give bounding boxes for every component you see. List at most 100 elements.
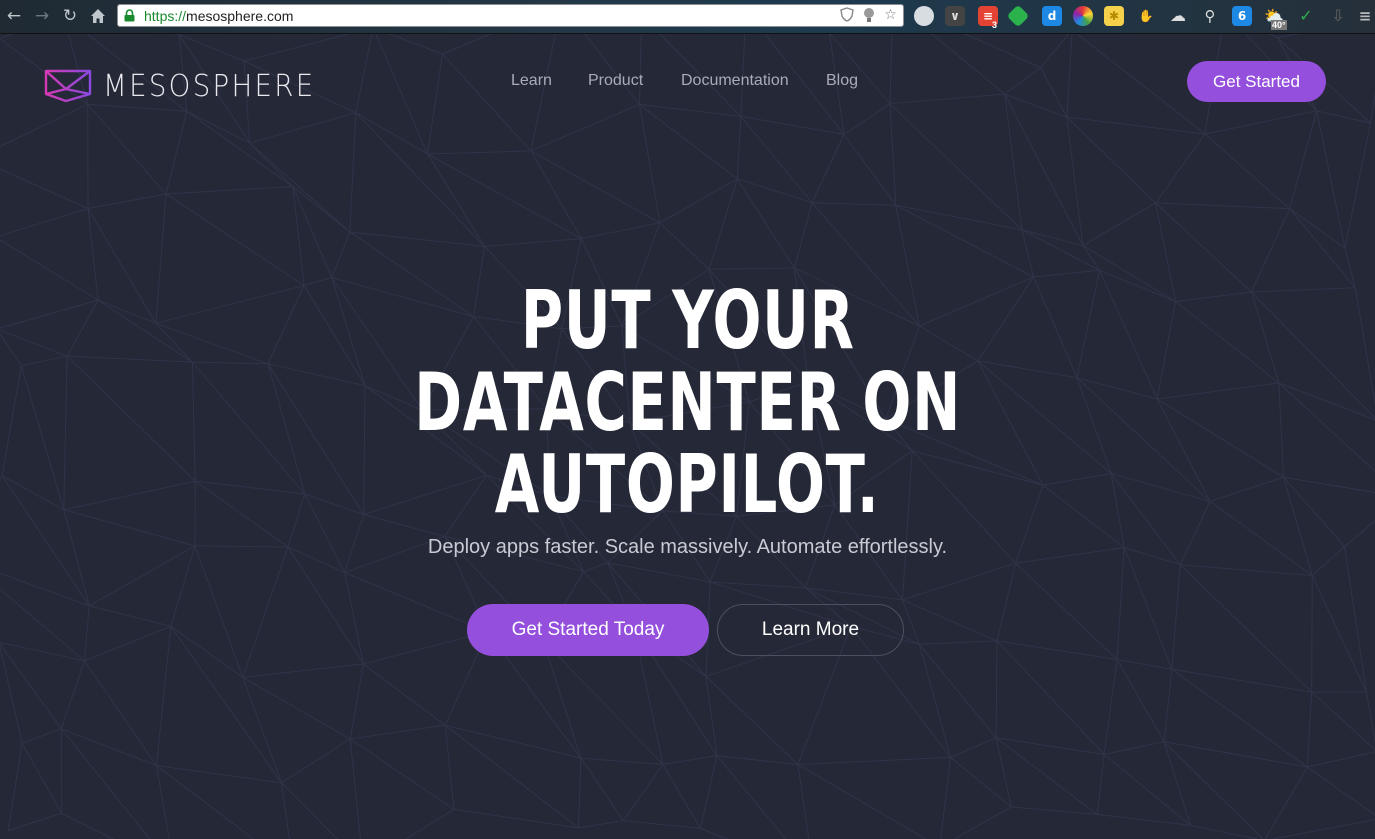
mesh-line	[659, 222, 710, 270]
lightbulb-icon[interactable]	[860, 7, 877, 24]
mesh-line	[1021, 229, 1034, 278]
mesh-line	[1311, 575, 1367, 693]
mesh-line	[427, 54, 444, 155]
cloud-icon[interactable]: ☁	[1168, 6, 1188, 26]
mesh-line	[344, 572, 488, 633]
url-scheme: https://	[144, 8, 187, 24]
mesh-line	[249, 112, 356, 144]
mesh-line	[427, 150, 531, 155]
mesh-line	[349, 738, 361, 839]
mesh-line	[996, 640, 1118, 661]
mesh-line	[1179, 564, 1313, 693]
mesh-line	[1066, 117, 1084, 246]
mesh-line	[716, 755, 799, 766]
mesh-line	[1123, 547, 1173, 670]
header-get-started-button[interactable]: Get Started	[1187, 61, 1326, 102]
mesh-line	[453, 808, 579, 829]
magnifier-icon[interactable]: ⚲	[1200, 6, 1220, 26]
mesh-line	[61, 812, 115, 839]
nav-blog[interactable]: Blog	[826, 72, 858, 90]
lock-icon	[124, 9, 135, 22]
mesh-line	[843, 103, 891, 135]
menu-icon[interactable]: ≡	[1358, 6, 1372, 26]
mesh-line	[89, 605, 172, 627]
mesh-line	[1004, 93, 1068, 118]
mesh-line	[700, 827, 729, 839]
mesh-line	[1316, 110, 1371, 124]
address-bar[interactable]: https://mesosphere.com ☆	[117, 4, 904, 27]
hand-icon[interactable]: ✋	[1136, 6, 1156, 26]
mesh-line	[709, 267, 795, 270]
home-icon[interactable]	[88, 6, 108, 26]
mesh-line	[0, 641, 85, 662]
mesh-line	[530, 150, 582, 239]
evernote-icon[interactable]: ✓	[1296, 6, 1316, 26]
mesh-line	[542, 640, 582, 759]
mesh-line	[812, 202, 896, 206]
mesh-line	[1163, 669, 1173, 742]
mesh-line	[349, 231, 485, 247]
mesh-line	[249, 142, 294, 187]
mesh-line	[60, 660, 85, 730]
mesh-line	[940, 757, 952, 839]
hero-subtitle: Deploy apps faster. Scale massively. Aut…	[427, 536, 948, 558]
feedly-icon[interactable]	[1006, 4, 1030, 28]
mesh-line	[0, 588, 85, 662]
todoist-badge: 3	[992, 20, 998, 30]
pocket-icon[interactable]: ∨	[945, 6, 965, 26]
mesh-line	[793, 202, 813, 269]
back-arrow-icon[interactable]: ←	[4, 6, 24, 26]
mesh-line	[7, 812, 62, 832]
forward-arrow-icon[interactable]: →	[32, 6, 52, 26]
learn-more-button[interactable]: Learn More	[717, 604, 904, 656]
mesh-line	[155, 626, 172, 766]
d-extension-icon[interactable]: d	[1042, 6, 1062, 26]
mesh-line	[736, 178, 795, 269]
mesh-line	[292, 186, 333, 278]
nav-documentation[interactable]: Documentation	[681, 72, 789, 90]
mesh-line	[581, 222, 660, 240]
url-text[interactable]: https://mesosphere.com	[144, 8, 293, 24]
nav-learn[interactable]: Learn	[511, 72, 552, 90]
nav-product[interactable]: Product	[588, 72, 643, 90]
get-started-today-button[interactable]: Get Started Today	[467, 604, 709, 656]
mesh-line	[1306, 766, 1375, 816]
mesh-line	[242, 546, 289, 678]
mesh-line	[1316, 110, 1346, 249]
weather-temp: 40°	[1271, 20, 1287, 30]
mesh-line	[662, 764, 701, 829]
mesh-line	[249, 142, 351, 233]
mesh-line	[331, 231, 351, 278]
hero-title-line-1: PUT YOUR	[0, 280, 1375, 362]
mesh-line	[895, 204, 1034, 278]
mesh-line	[530, 150, 661, 224]
mesh-line	[996, 737, 1105, 755]
color-wheel-icon[interactable]	[1073, 6, 1093, 26]
bookmark-star-icon[interactable]: ☆	[882, 7, 899, 24]
mesh-line	[87, 193, 167, 210]
mesh-line	[1116, 547, 1125, 660]
shield-icon[interactable]	[838, 7, 855, 24]
download-icon[interactable]: ⇩	[1328, 6, 1348, 26]
mesh-line	[1277, 34, 1301, 39]
mesh-line	[1004, 94, 1023, 230]
browser-toolbar: ← → ↻ https://mesosphere.com ☆ ∨ ≡ 3 d ✱…	[0, 0, 1375, 34]
mesh-line	[740, 115, 845, 135]
mesh-line	[996, 640, 1105, 755]
mesh-line	[484, 238, 582, 247]
mesh-line	[1103, 659, 1118, 755]
mesh-line	[281, 782, 338, 839]
mesh-line	[1270, 819, 1375, 839]
mesh-line	[919, 640, 997, 645]
mesh-line	[1264, 766, 1308, 839]
reload-icon[interactable]: ↻	[60, 6, 80, 26]
mesh-line	[1015, 562, 1118, 660]
sticky-note-icon[interactable]: ✱	[1104, 6, 1124, 26]
mesh-line	[1171, 668, 1308, 768]
mesh-line	[607, 562, 711, 583]
blue-extension-icon[interactable]: 6	[1232, 6, 1252, 26]
globe-extension-icon[interactable]	[914, 6, 934, 26]
page: MESOSPHERE Learn Product Documentation B…	[0, 34, 1375, 839]
mesh-line	[1021, 229, 1100, 271]
hero-title-text-2: DATACENTER ON	[414, 356, 961, 449]
